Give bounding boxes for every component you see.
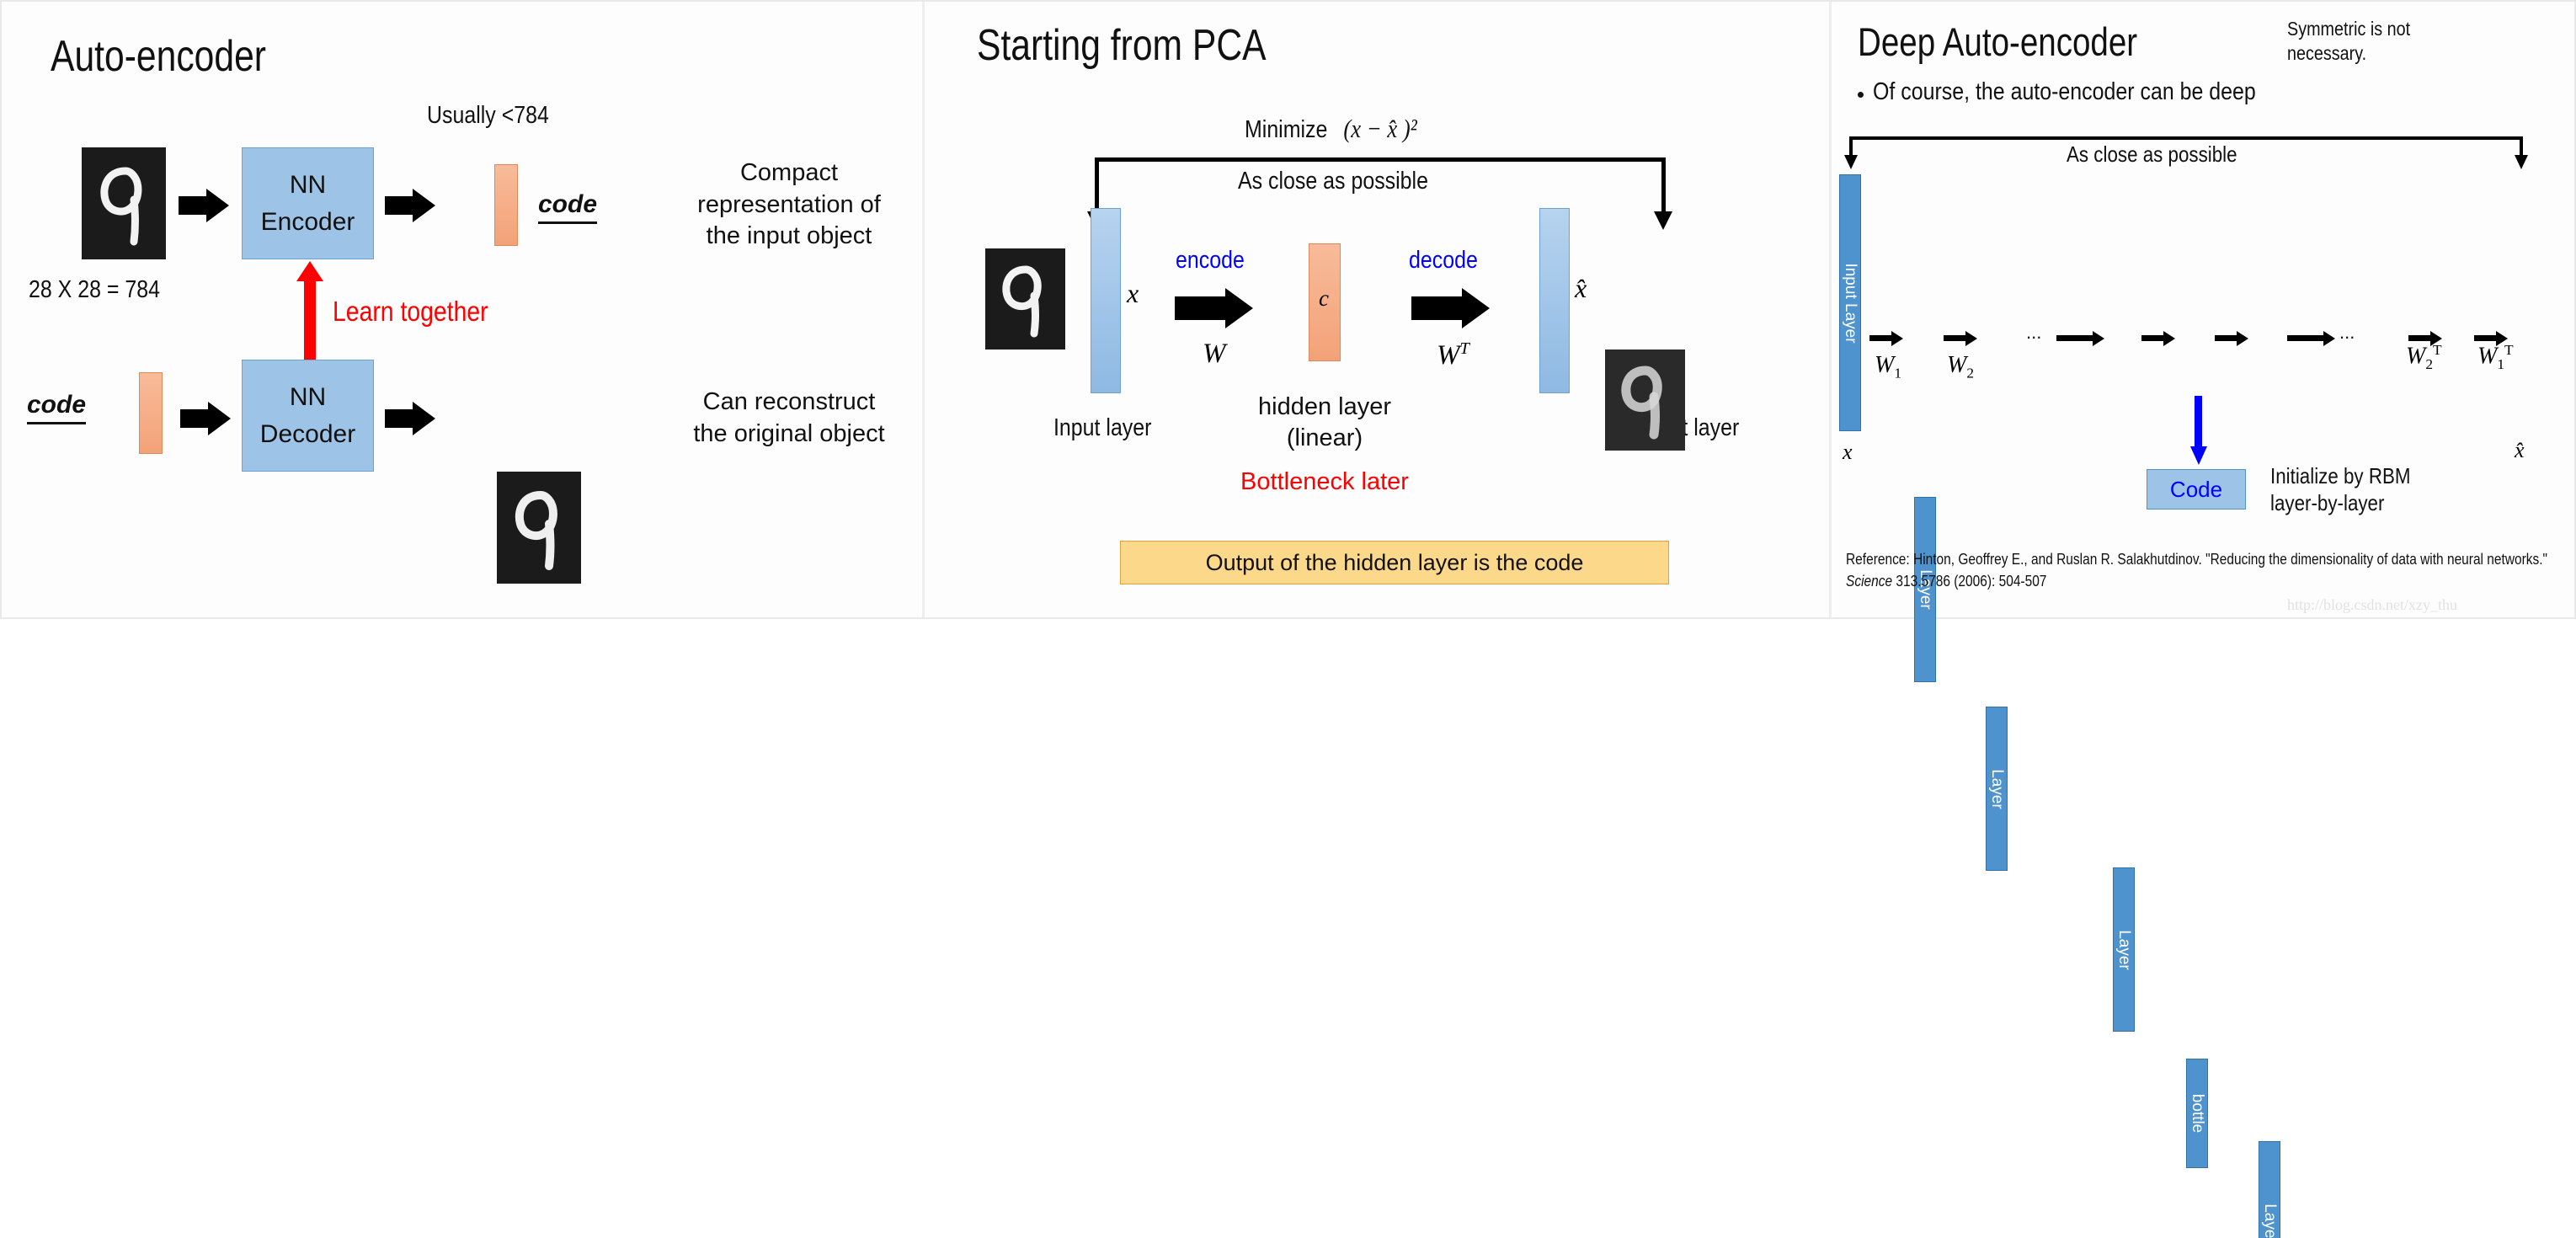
panel-right-title: Deep Auto-encoder — [1858, 19, 2138, 64]
deep-bullet-label: Of course, the auto-encoder can be deep — [1873, 78, 2256, 105]
w2t-base: W — [2406, 343, 2426, 370]
w1-label: W1 — [1875, 351, 1901, 382]
minimize-formula: (x − x̂ )² — [1343, 114, 1417, 143]
deep-layer-label-4: Layer — [2261, 1203, 2279, 1238]
w1t-sub: 1 — [2497, 355, 2505, 372]
xhat-label: x̂ — [1575, 273, 1587, 303]
nn-encoder-line1: NN — [289, 171, 327, 199]
symmetric-note: Symmetric is not necessary. — [2287, 18, 2411, 65]
reconstructed-digit-image — [497, 472, 581, 584]
code-bar-bottom — [139, 372, 163, 454]
usually-label: Usually <784 — [427, 102, 549, 129]
deep-layer-label-2: Layer — [1988, 768, 2006, 809]
panel-deep-auto-encoder: Deep Auto-encoder Symmetric is not neces… — [1834, 2, 2574, 1238]
deep-x-label: x — [1843, 440, 1853, 464]
deep-ellipsis-left: ... — [2026, 322, 2042, 343]
deep-bottleneck-bar: bottle — [2186, 1059, 2208, 1168]
deep-bottleneck-label: bottle — [2189, 1093, 2206, 1134]
w2-label: W2 — [1947, 351, 1974, 382]
deep-ellipsis-right: ... — [2339, 322, 2355, 343]
deep-layer-bar-4: Layer — [2259, 1141, 2280, 1238]
learn-together-label: Learn together — [333, 296, 488, 327]
code-label-bottom: code — [27, 391, 87, 424]
pca-input-digit-image — [985, 248, 1065, 350]
input-digit-image — [82, 147, 166, 259]
panel-starting-from-pca: Starting from PCA Minimize (x − x̂ )² As… — [922, 2, 1832, 617]
output-layer-bar — [1539, 208, 1570, 393]
panel-mid-title: Starting from PCA — [977, 21, 1267, 70]
w1t-sup: T — [2504, 342, 2514, 358]
code-bar-top — [494, 164, 518, 246]
w1t-label: W1T — [2477, 342, 2514, 373]
watermark: http://blog.csdn.net/xzy_thu — [2287, 596, 2457, 613]
input-size-label: 28 X 28 = 784 — [29, 276, 161, 303]
panel-left-title: Auto-encoder — [51, 32, 267, 81]
c-label: c — [1319, 285, 1329, 311]
note-reconstruct: Can reconstruct the original object — [693, 388, 885, 447]
slide-canvas: Auto-encoder Usually <784 NN Encoder cod… — [0, 0, 2576, 1238]
pca-output-digit-image — [1605, 350, 1685, 451]
deep-code-box-label: Code — [2169, 476, 2223, 502]
nn-encoder-line2: Encoder — [260, 207, 355, 236]
w1-sub: 1 — [1894, 365, 1902, 382]
nn-decoder-box: NN Decoder — [242, 360, 374, 472]
weight-encode-label: W — [1203, 339, 1226, 369]
deep-xhat-label: x̂ — [2515, 438, 2525, 462]
reference-tail: 313.5786 (2006): 504-507 — [1892, 572, 2047, 590]
w2t-sup: T — [2433, 342, 2442, 358]
as-close-as-possible-mid: As close as possible — [1238, 168, 1428, 195]
as-close-as-possible-right: As close as possible — [2067, 141, 2237, 167]
x-label: x — [1127, 278, 1139, 308]
reference-text: Reference: Hinton, Geoffrey E., and Rusl… — [1846, 549, 2570, 592]
hidden-layer-label-1: hidden layer — [1258, 393, 1391, 420]
deep-input-layer-bar: Input Layer — [1839, 174, 1861, 431]
input-layer-label: Input layer — [1053, 414, 1152, 441]
bullet-dot-icon — [1858, 92, 1864, 98]
w2t-label: W2T — [2406, 342, 2442, 373]
hidden-layer-label-2: (linear) — [1286, 424, 1363, 451]
note-compact: Compact representation of the input obje… — [697, 159, 881, 250]
hidden-layer-code-banner: Output of the hidden layer is the code — [1120, 541, 1669, 584]
nn-encoder-box: NN Encoder — [242, 147, 374, 259]
nn-decoder-line2: Decoder — [259, 419, 356, 448]
weight-decode-sup: T — [1459, 339, 1469, 358]
initialize-note: Initialize by RBM layer-by-layer — [2270, 463, 2411, 515]
weight-decode-label: WT — [1437, 339, 1469, 371]
code-label-top: code — [538, 190, 598, 224]
encode-label: encode — [1176, 247, 1245, 274]
reference-main: Reference: Hinton, Geoffrey E., and Rusl… — [1846, 551, 2548, 568]
deep-input-layer-label: Input Layer — [1842, 262, 1859, 344]
w2-base: W — [1947, 352, 1967, 378]
deep-layer-bar-2: Layer — [1986, 707, 2008, 871]
bottleneck-label: Bottleneck later — [1240, 468, 1409, 495]
w2t-sub: 2 — [2425, 355, 2434, 372]
reference-journal: Science — [1846, 572, 1893, 590]
minimize-expression: Minimize (x − x̂ )² — [1245, 113, 1417, 145]
input-layer-bar — [1091, 208, 1121, 393]
w1-base: W — [1875, 352, 1895, 378]
w2-sub: 2 — [1966, 365, 1975, 382]
deep-layer-bar-3: Layer — [2113, 867, 2135, 1032]
deep-code-box: Code — [2147, 469, 2246, 510]
w1t-base: W — [2477, 343, 2498, 370]
minimize-prefix: Minimize — [1245, 116, 1328, 143]
decode-label: decode — [1409, 247, 1478, 274]
hidden-layer-code-banner-text: Output of the hidden layer is the code — [1205, 549, 1584, 575]
weight-decode-base: W — [1437, 340, 1460, 371]
nn-decoder-line1: NN — [289, 383, 327, 411]
panel-auto-encoder: Auto-encoder Usually <784 NN Encoder cod… — [2, 2, 920, 617]
deep-layer-label-3: Layer — [2115, 929, 2133, 970]
